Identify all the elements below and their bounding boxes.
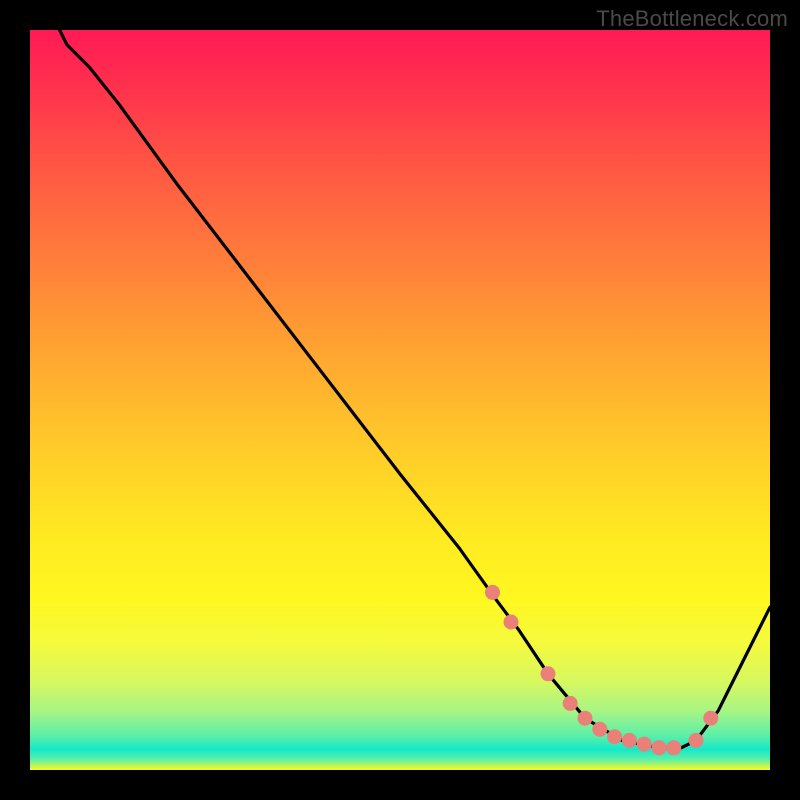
chart-marker-point bbox=[637, 737, 652, 752]
chart-marker-point bbox=[541, 666, 556, 681]
chart-marker-group bbox=[485, 585, 718, 755]
chart-marker-point bbox=[485, 585, 500, 600]
chart-marker-point bbox=[607, 729, 622, 744]
chart-marker-point bbox=[504, 615, 519, 630]
chart-plot-area bbox=[30, 30, 770, 770]
chart-marker-point bbox=[652, 740, 667, 755]
chart-marker-point bbox=[578, 711, 593, 726]
chart-marker-point bbox=[689, 733, 704, 748]
chart-marker-point bbox=[666, 740, 681, 755]
chart-marker-point bbox=[563, 696, 578, 711]
chart-marker-point bbox=[592, 722, 607, 737]
chart-marker-point bbox=[622, 733, 637, 748]
attribution-text: TheBottleneck.com bbox=[596, 6, 788, 32]
chart-marker-point bbox=[703, 711, 718, 726]
chart-line-series bbox=[60, 30, 770, 748]
chart-svg bbox=[30, 30, 770, 770]
